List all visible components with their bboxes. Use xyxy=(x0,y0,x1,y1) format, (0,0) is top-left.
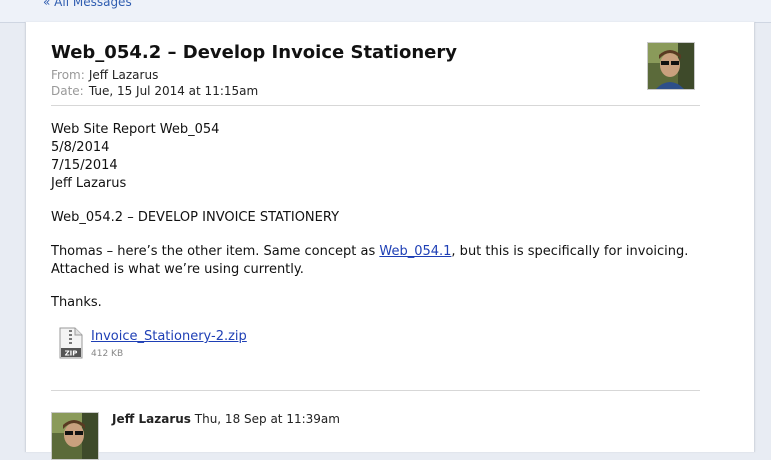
body-line: Jeff Lazarus xyxy=(51,176,127,191)
header-divider xyxy=(51,105,700,106)
body-text: Thomas – here’s the other item. Same con… xyxy=(51,244,380,259)
sent-date: Tue, 15 Jul 2014 at 11:15am xyxy=(88,84,259,98)
body-paragraph: Thomas – here’s the other item. Same con… xyxy=(51,244,688,259)
attachment-size: 412 KB xyxy=(91,349,124,359)
body-line: 5/8/2014 xyxy=(51,140,110,155)
all-messages-link[interactable]: « All Messages xyxy=(43,0,132,9)
body-line: 7/15/2014 xyxy=(51,158,118,173)
date-row: Date: Tue, 15 Jul 2014 at 11:15am xyxy=(51,84,258,98)
reply-header: Jeff Lazarus Thu, 18 Sep at 11:39am xyxy=(112,412,340,426)
user-photo-icon xyxy=(52,413,98,459)
body-line: Web_054.2 – DEVELOP INVOICE STATIONERY xyxy=(51,210,340,225)
attachment-link[interactable]: Invoice_Stationery-2.zip xyxy=(91,329,247,344)
body-line: Web Site Report Web_054 xyxy=(51,122,220,137)
body-text: , but this is specifically for invoicing… xyxy=(451,244,689,259)
message-subject: Web_054.2 – Develop Invoice Stationery xyxy=(51,42,457,63)
sender-avatar[interactable] xyxy=(647,42,695,90)
user-photo-icon xyxy=(648,43,694,89)
reply-date: Thu, 18 Sep at 11:39am xyxy=(194,412,340,426)
body-line: Attached is what we’re using currently. xyxy=(51,262,304,277)
reply-author[interactable]: Jeff Lazarus xyxy=(112,412,191,426)
reply-avatar[interactable] xyxy=(51,412,99,460)
reply-divider xyxy=(51,390,700,391)
reference-link[interactable]: Web_054.1 xyxy=(379,244,451,259)
message-panel: Web_054.2 – Develop Invoice Stationery F… xyxy=(25,22,755,460)
zip-file-icon[interactable]: ZIP xyxy=(59,327,83,359)
from-row: From: Jeff Lazarus xyxy=(51,68,158,82)
from-label: From: xyxy=(51,68,85,82)
date-label: Date: xyxy=(51,84,84,98)
sender-name[interactable]: Jeff Lazarus xyxy=(89,68,159,82)
body-line: Thanks. xyxy=(51,295,102,310)
zip-label: ZIP xyxy=(65,350,78,358)
top-bar: « All Messages xyxy=(0,0,771,23)
